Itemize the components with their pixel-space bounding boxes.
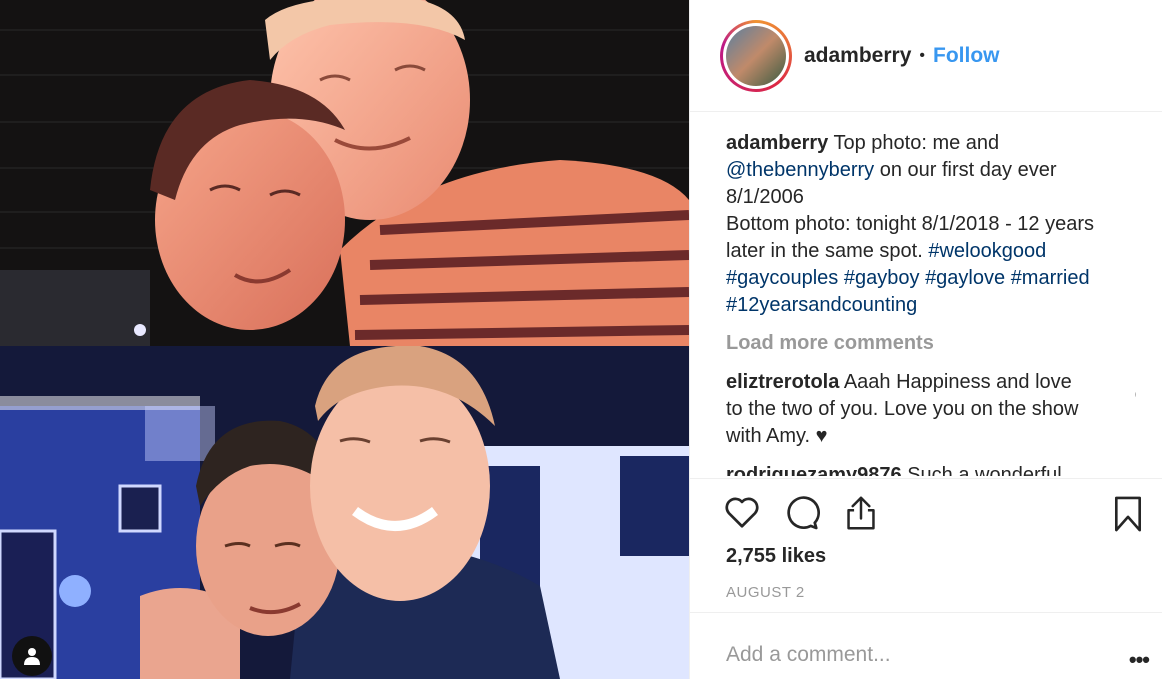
hashtag-link[interactable]: #gaycouples	[726, 267, 838, 289]
post-photo[interactable]	[0, 0, 689, 679]
add-comment-bar: •••	[690, 612, 1162, 679]
header-username[interactable]: adamberry	[804, 44, 911, 68]
hashtag-link[interactable]: #12yearsandcounting	[726, 294, 917, 316]
comments-section: adamberry Top photo: me and @thebennyber…	[726, 130, 1136, 476]
top-photo	[0, 0, 689, 346]
comment-icon[interactable]	[784, 495, 820, 536]
heart-icon[interactable]	[1134, 387, 1136, 414]
likes-count[interactable]: 2,755 likes	[726, 545, 826, 568]
post-date: AUGUST 2	[726, 584, 805, 601]
add-comment-input[interactable]	[726, 643, 1086, 667]
avatar-image	[726, 25, 786, 86]
comment-item: eliztrerotola Aaah Happiness and love to…	[726, 369, 1136, 450]
caption-username[interactable]: adamberry	[726, 132, 828, 154]
bottom-photo	[0, 346, 689, 679]
comment-username[interactable]: rodriguezamy9876	[726, 464, 902, 476]
post-sidebar: adamberry • Follow adamberry Top photo: …	[689, 0, 1162, 679]
mention-link[interactable]: @thebennyberry	[726, 159, 874, 181]
separator-dot: •	[919, 46, 925, 64]
post-header: adamberry • Follow	[690, 0, 1162, 112]
bookmark-icon[interactable]	[1113, 495, 1143, 538]
hashtag-link[interactable]: #gayboy	[844, 267, 920, 289]
caption: adamberry Top photo: me and @thebennyber…	[726, 130, 1136, 319]
hashtag-link[interactable]: #married	[1011, 267, 1090, 289]
hashtag-link[interactable]: #gaylove	[925, 267, 1005, 289]
bottom-photo-image	[0, 346, 689, 679]
comment-item: rodriguezamy9876 Such a wonderful	[726, 462, 1136, 476]
heart-icon[interactable]	[724, 495, 760, 536]
caption-text: Top photo: me and	[828, 132, 1000, 154]
more-options-icon[interactable]: •••	[1129, 647, 1150, 673]
share-icon[interactable]	[844, 495, 878, 536]
comment-text: Such a wonderful	[907, 464, 1062, 476]
follow-button[interactable]: Follow	[933, 44, 1000, 68]
user-tag-icon[interactable]	[12, 636, 52, 676]
comment-username[interactable]: eliztrerotola	[726, 371, 839, 393]
avatar[interactable]	[720, 19, 792, 92]
load-more-comments-button[interactable]: Load more comments	[726, 330, 1136, 357]
top-photo-image	[0, 0, 689, 346]
hashtag-link[interactable]: #welookgood	[928, 240, 1046, 262]
